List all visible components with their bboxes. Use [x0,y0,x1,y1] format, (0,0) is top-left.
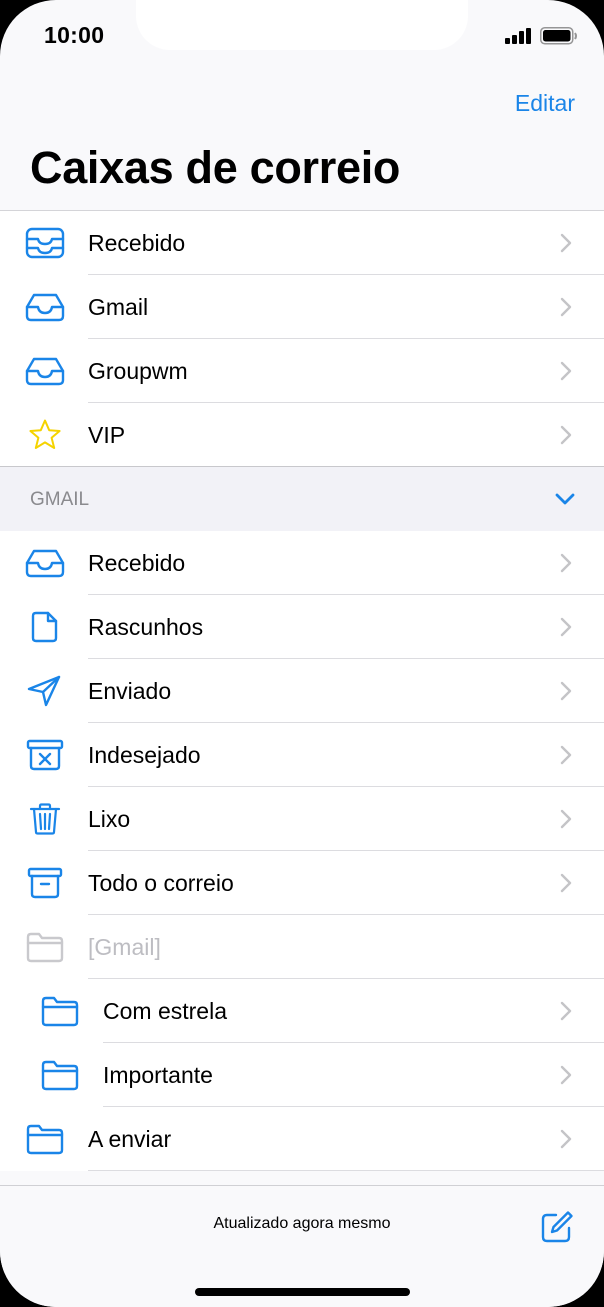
chevron-right-icon [560,233,572,253]
inbox-icon [25,549,65,578]
chevron-right-icon [560,873,572,893]
mailbox-row-important[interactable]: Importante [0,1043,604,1107]
chevron-right-icon [560,361,572,381]
folder-icon [26,932,64,963]
battery-icon [540,27,577,45]
mailbox-label: Indesejado [88,742,201,768]
mailbox-row-drafts[interactable]: Rascunhos [0,595,604,659]
cellular-signal-icon [505,28,531,44]
archive-icon [27,867,63,899]
mailbox-label: Enviado [88,678,172,704]
page-title: Caixas de correio [30,142,401,193]
chevron-right-icon [560,1065,572,1085]
chevron-right-icon [560,681,572,701]
document-icon [31,611,58,643]
chevron-right-icon [560,745,572,765]
mailboxes-list: Recebido Gmail Groupwm VIP [0,210,604,467]
mailbox-label: Todo o correio [88,870,234,896]
mailbox-label: Gmail [88,294,149,320]
mailbox-row-groupwm[interactable]: Groupwm [0,339,604,403]
home-indicator[interactable] [195,1288,410,1296]
mailbox-row-starred[interactable]: Com estrela [0,979,604,1043]
inbox-all-icon [25,227,65,259]
mailbox-row-inbox[interactable]: Recebido [0,531,604,595]
junk-icon [26,739,64,771]
inbox-icon [25,357,65,386]
chevron-right-icon [560,1001,572,1021]
chevron-down-icon[interactable] [555,493,575,505]
mailbox-label: Recebido [88,550,186,576]
mailbox-label: Com estrela [103,998,227,1024]
mailbox-label: VIP [88,422,126,448]
section-header-gmail[interactable]: GMAIL [0,467,604,532]
chevron-right-icon [560,297,572,317]
mailbox-label: Rascunhos [88,614,204,640]
mailbox-label: [Gmail] [88,934,161,960]
mailbox-row-junk[interactable]: Indesejado [0,723,604,787]
status-bar: 10:00 [0,0,604,72]
phone-screen: 10:00 Editar Caixas de correio Recebido [0,0,604,1307]
folder-icon [26,1124,64,1155]
mailbox-label: Importante [103,1062,213,1088]
mailbox-label: Groupwm [88,358,188,384]
mailbox-row-sent[interactable]: Enviado [0,659,604,723]
mailbox-label: Lixo [88,806,131,832]
paper-plane-icon [27,675,61,707]
chevron-right-icon [560,1129,572,1149]
inbox-icon [25,293,65,322]
chevron-right-icon [560,425,572,445]
chevron-right-icon [560,617,572,637]
update-status-text: Atualizado agora mesmo [213,1215,391,1232]
mailbox-label: A enviar [88,1126,172,1152]
mailbox-row-outbox[interactable]: A enviar [0,1107,604,1171]
gmail-mailboxes-list: Recebido Rascunhos Enviado Indesejado Li… [0,531,604,1171]
star-icon [29,419,61,449]
mailbox-row-gmail-folder: [Gmail] [0,915,604,979]
chevron-right-icon [560,553,572,573]
notch [136,0,468,50]
mailbox-row-all-inboxes[interactable]: Recebido [0,211,604,275]
mailbox-row-all-mail[interactable]: Todo o correio [0,851,604,915]
mailbox-row-vip[interactable]: VIP [0,403,604,467]
folder-icon [41,996,79,1027]
compose-icon[interactable] [540,1210,574,1244]
chevron-right-icon [560,809,572,829]
status-time: 10:00 [44,22,105,48]
mailbox-row-gmail[interactable]: Gmail [0,275,604,339]
mailbox-label: Recebido [88,230,186,256]
trash-icon [29,803,61,835]
folder-icon [41,1060,79,1091]
edit-button[interactable]: Editar [515,90,575,117]
bottom-toolbar: Atualizado agora mesmo [0,1185,604,1307]
mailbox-row-trash[interactable]: Lixo [0,787,604,851]
section-title: GMAIL [30,489,90,510]
